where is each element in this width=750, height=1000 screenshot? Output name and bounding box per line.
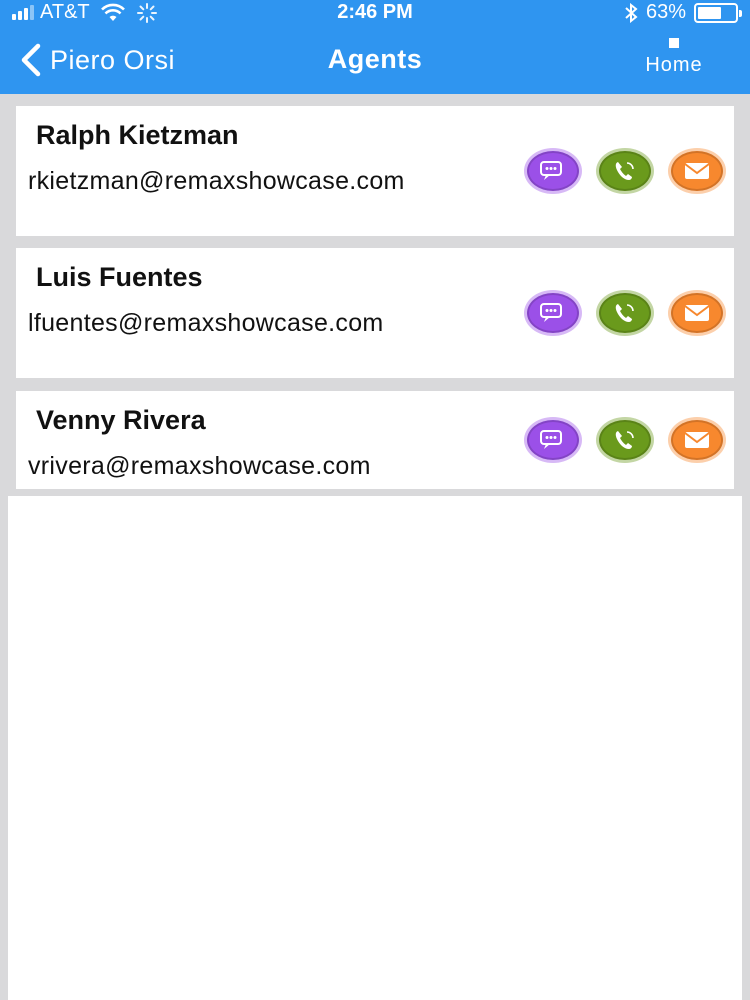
email-button[interactable] bbox=[668, 148, 726, 194]
phone-icon bbox=[615, 431, 634, 449]
agent-card: Venny Rivera vrivera@remaxshowcase.com bbox=[16, 391, 734, 489]
chat-icon bbox=[540, 430, 562, 449]
agent-name: Luis Fuentes bbox=[36, 262, 203, 292]
chat-button[interactable] bbox=[524, 290, 582, 336]
phone-icon bbox=[615, 304, 634, 322]
home-icon bbox=[669, 38, 679, 48]
call-button[interactable] bbox=[596, 290, 654, 336]
chat-button[interactable] bbox=[524, 148, 582, 194]
agent-email[interactable]: rkietzman@remaxshowcase.com bbox=[28, 166, 520, 197]
mail-icon bbox=[684, 432, 710, 448]
agent-email[interactable]: lfuentes@remaxshowcase.com bbox=[28, 308, 520, 339]
chat-icon bbox=[540, 161, 562, 180]
mail-icon bbox=[684, 163, 710, 179]
call-button[interactable] bbox=[596, 148, 654, 194]
agent-actions bbox=[524, 148, 726, 194]
agent-name: Ralph Kietzman bbox=[36, 120, 239, 150]
bluetooth-icon bbox=[625, 2, 638, 23]
agent-name: Venny Rivera bbox=[36, 405, 206, 435]
call-button[interactable] bbox=[596, 417, 654, 463]
chat-icon bbox=[540, 303, 562, 322]
home-button[interactable]: Home bbox=[634, 38, 714, 77]
phone-icon bbox=[615, 162, 634, 180]
chat-button[interactable] bbox=[524, 417, 582, 463]
battery-percent: 63% bbox=[645, 1, 686, 23]
email-button[interactable] bbox=[668, 417, 726, 463]
status-bar: AT&T 2:46 PM 63% bbox=[0, 0, 750, 26]
home-label: Home bbox=[645, 54, 703, 76]
empty-list-area bbox=[8, 496, 742, 1000]
battery-icon bbox=[694, 2, 742, 23]
email-button[interactable] bbox=[668, 290, 726, 336]
agent-actions bbox=[524, 290, 726, 336]
mail-icon bbox=[684, 305, 710, 321]
agent-email[interactable]: vrivera@remaxshowcase.com bbox=[28, 451, 520, 482]
nav-bar: AT&T 2:46 PM 63% Piero Orsi Agents Home bbox=[0, 0, 750, 94]
agent-card: Luis Fuentes lfuentes@remaxshowcase.com bbox=[16, 248, 734, 378]
agent-card: Ralph Kietzman rkietzman@remaxshowcase.c… bbox=[16, 106, 734, 236]
agent-actions bbox=[524, 417, 726, 463]
